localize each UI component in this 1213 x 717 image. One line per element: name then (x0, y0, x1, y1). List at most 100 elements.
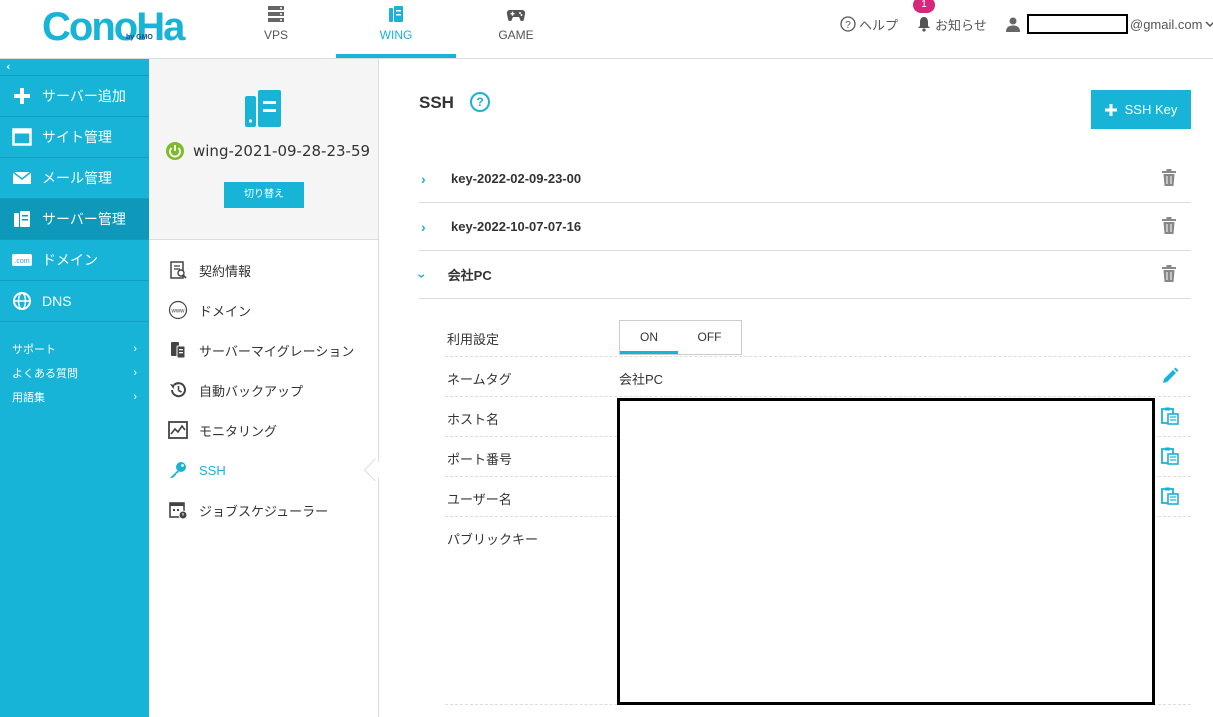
sidebar-item-label: DNS (42, 293, 72, 309)
backup-icon (168, 380, 188, 400)
ssh-key-row[interactable]: › key-2022-10-07-07-16 (419, 203, 1191, 251)
menu-label: サーバーマイグレーション (199, 343, 355, 359)
menu-monitoring[interactable]: モニタリング (149, 410, 378, 450)
server-panel: wing-2021-09-28-23-59 切り替え 契約情報 www ドメイン… (149, 59, 379, 717)
conoha-logo[interactable]: ConoHa by GMO (42, 5, 185, 49)
glossary-link[interactable]: 用語集 › (0, 385, 149, 409)
port-label: ポート番号 (447, 452, 513, 467)
switch-server-button[interactable]: 切り替え (224, 182, 304, 208)
trash-icon[interactable] (1161, 265, 1177, 283)
server-name-label: wing-2021-09-28-23-59 (193, 142, 371, 160)
ssh-key-name: key-2022-10-07-07-16 (451, 219, 582, 234)
svg-text:?: ? (845, 20, 851, 31)
mail-icon (10, 168, 34, 188)
user-menu[interactable]: @gmail.com (1005, 14, 1213, 34)
tab-wing[interactable]: WING (336, 0, 456, 58)
help-label: ヘルプ (859, 17, 899, 33)
support-link[interactable]: サポート › (0, 337, 149, 361)
key-icon (168, 460, 188, 480)
copy-clipboard-icon[interactable] (1161, 447, 1179, 465)
sidebar-collapse-button[interactable]: ‹ (0, 59, 149, 76)
copy-clipboard-icon[interactable] (1161, 487, 1179, 505)
tab-vps-label: VPS (263, 28, 288, 42)
menu-label: 契約情報 (199, 263, 252, 279)
page-title: SSH (419, 93, 454, 112)
sidebar-item-mail[interactable]: メール管理 (0, 158, 149, 199)
usage-toggle[interactable]: ON OFF (619, 320, 742, 355)
chevron-down-icon (1205, 21, 1213, 28)
ssh-key-name: key-2022-02-09-23-00 (451, 171, 582, 186)
domain-icon: .com (10, 250, 34, 270)
add-ssh-key-button[interactable]: SSH Key (1091, 90, 1191, 129)
chevron-right-icon: › (421, 170, 426, 187)
name-tag-label: ネームタグ (447, 372, 512, 387)
wing-server-large-icon (245, 90, 281, 127)
sidebar-item-label: メール管理 (42, 170, 112, 186)
menu-migration[interactable]: サーバーマイグレーション (149, 330, 378, 370)
sidebar-item-site[interactable]: サイト管理 (0, 117, 149, 158)
menu-label: ジョブスケジューラー (199, 503, 329, 519)
usage-label: 利用設定 (447, 332, 500, 347)
logo-subtext: by GMO (126, 34, 153, 41)
menu-backup[interactable]: 自動バックアップ (149, 370, 378, 410)
help-link[interactable]: ? ヘルプ (840, 14, 898, 34)
menu-label: モニタリング (199, 423, 278, 439)
tab-wing-label: WING (379, 28, 413, 42)
sidebar-item-dns[interactable]: DNS (0, 281, 149, 322)
sidebar-item-label: サイト管理 (42, 129, 112, 145)
toggle-on-option[interactable]: ON (620, 321, 678, 354)
detail-row-name-tag: ネームタグ 会社PC (445, 357, 1191, 397)
chevron-right-icon: › (133, 367, 137, 379)
notice-link[interactable]: お知らせ (916, 14, 987, 34)
sidebar-item-label: ドメイン (42, 252, 98, 268)
power-on-icon (166, 142, 184, 160)
redacted-details-box (617, 398, 1155, 705)
sidebar-item-server[interactable]: サーバー管理 (0, 199, 149, 240)
chevron-right-icon: › (421, 218, 426, 235)
sidebar-item-domain[interactable]: .com ドメイン (0, 240, 149, 281)
menu-contract[interactable]: 契約情報 (149, 250, 378, 290)
menu-scheduler[interactable]: ジョブスケジューラー (149, 490, 378, 530)
svg-text:www: www (171, 309, 186, 315)
wing-server-icon (389, 6, 403, 22)
plus-icon (10, 86, 34, 106)
redacted-username (1027, 14, 1128, 34)
notice-label: お知らせ (935, 17, 987, 33)
notice-count-badge: 1 (913, 0, 935, 13)
svg-text:.com: .com (14, 258, 29, 265)
contract-icon (168, 260, 188, 280)
toggle-off-option[interactable]: OFF (678, 321, 741, 354)
server-icon (10, 209, 34, 229)
monitoring-icon (168, 420, 188, 440)
user-email-suffix: @gmail.com (1130, 16, 1203, 32)
user-icon (1006, 17, 1020, 32)
bell-icon (918, 17, 930, 32)
sidebar-item-add-server[interactable]: サーバー追加 (0, 76, 149, 117)
faq-label: よくある質問 (12, 368, 78, 380)
help-icon[interactable]: ? (470, 92, 490, 112)
logo-text: ConoHa (42, 5, 185, 49)
menu-domain[interactable]: www ドメイン (149, 290, 378, 330)
pencil-icon[interactable] (1161, 367, 1179, 385)
server-name: wing-2021-09-28-23-59 (165, 141, 370, 161)
tab-vps[interactable]: VPS (236, 0, 316, 58)
server-menu: 契約情報 www ドメイン サーバーマイグレーション 自動バックアップ モニタリ… (149, 240, 378, 530)
public-key-label: パブリックキー (447, 532, 539, 547)
trash-icon[interactable] (1161, 169, 1177, 187)
menu-label: ドメイン (199, 303, 252, 319)
chevron-down-icon: › (414, 273, 431, 278)
trash-icon[interactable] (1161, 217, 1177, 235)
scheduler-icon (168, 500, 188, 520)
menu-ssh[interactable]: SSH (149, 450, 378, 490)
user-label: ユーザー名 (447, 492, 512, 507)
ssh-key-row-expanded[interactable]: › 会社PC (414, 251, 1191, 299)
migration-icon (168, 340, 188, 360)
faq-link[interactable]: よくある質問 › (0, 361, 149, 385)
ssh-key-row[interactable]: › key-2022-02-09-23-00 (419, 155, 1191, 203)
tab-game[interactable]: GAME (476, 0, 556, 58)
chevron-right-icon: › (133, 391, 137, 403)
menu-label: SSH (199, 462, 226, 478)
add-ssh-key-label: SSH Key (1124, 102, 1178, 117)
sidebar-item-label: サーバー追加 (42, 88, 126, 104)
copy-clipboard-icon[interactable] (1161, 407, 1179, 425)
